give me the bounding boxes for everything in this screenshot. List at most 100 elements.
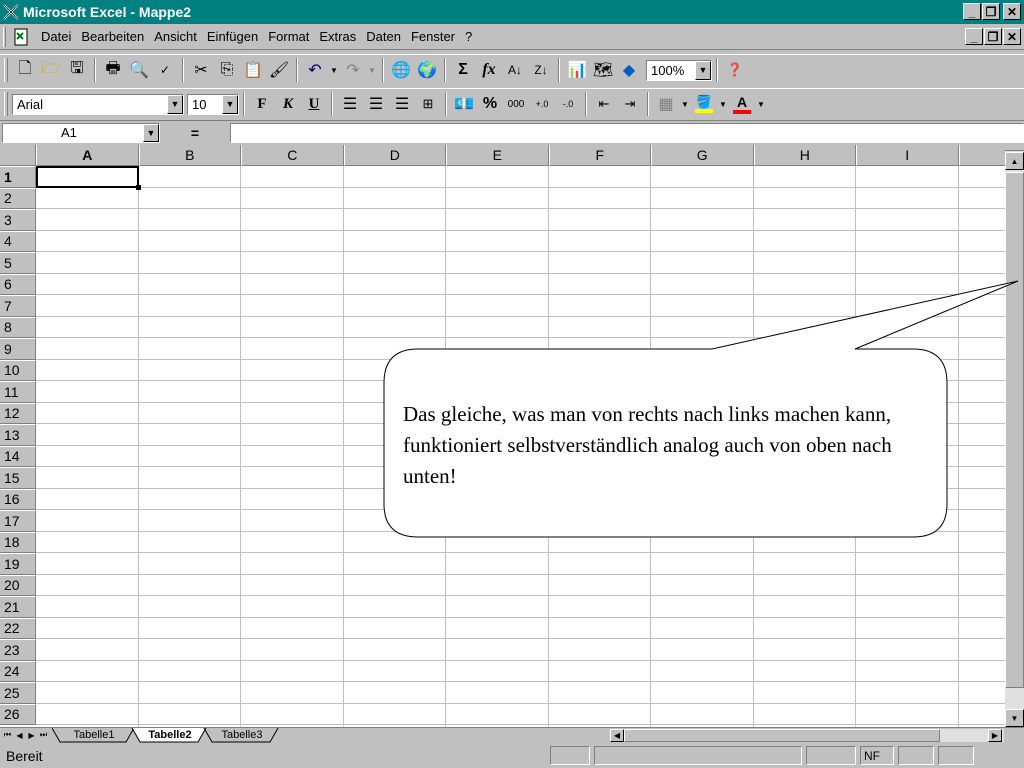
- column-header-g[interactable]: G: [651, 145, 754, 166]
- scroll-up-button[interactable]: ▲: [1005, 152, 1024, 170]
- name-box[interactable]: A1 ▼: [2, 122, 160, 143]
- undo-button[interactable]: ↶: [303, 58, 327, 82]
- increase-indent-button[interactable]: ⇥: [618, 92, 642, 116]
- scroll-left-button[interactable]: ◀: [610, 729, 624, 742]
- redo-dropdown[interactable]: ▼: [367, 58, 377, 82]
- thousands-button[interactable]: 000: [504, 92, 528, 116]
- chart-wizard-button[interactable]: 📊: [565, 58, 589, 82]
- sort-descending-button[interactable]: Z↓: [529, 58, 553, 82]
- font-size-select[interactable]: 10 ▼: [187, 93, 239, 115]
- sheet-tab-tabelle3[interactable]: Tabelle3: [212, 728, 272, 742]
- row-header-3[interactable]: 3: [0, 209, 36, 231]
- row-header-15[interactable]: 15: [0, 467, 36, 489]
- sort-ascending-button[interactable]: A↓: [503, 58, 527, 82]
- toolbar-grip[interactable]: [4, 92, 8, 116]
- column-header-f[interactable]: F: [548, 145, 651, 166]
- split-box[interactable]: [1005, 145, 1024, 151]
- sheet-tab-tabelle2[interactable]: Tabelle2: [140, 728, 200, 742]
- row-header-20[interactable]: 20: [0, 574, 36, 596]
- web-toolbar-button[interactable]: 🌍: [415, 58, 439, 82]
- row-header-6[interactable]: 6: [0, 273, 36, 295]
- last-sheet-button[interactable]: ⏭: [38, 729, 49, 741]
- underline-button[interactable]: U: [302, 92, 326, 116]
- row-header-17[interactable]: 17: [0, 510, 36, 532]
- paste-function-button[interactable]: fx: [477, 58, 501, 82]
- row-header-23[interactable]: 23: [0, 639, 36, 661]
- fill-color-button[interactable]: 🪣: [692, 92, 716, 116]
- row-header-19[interactable]: 19: [0, 553, 36, 575]
- map-button[interactable]: 🗺: [591, 58, 615, 82]
- merge-center-button[interactable]: ⊞: [416, 92, 440, 116]
- scroll-right-button[interactable]: ▶: [988, 729, 1002, 742]
- fill-color-dropdown[interactable]: ▼: [718, 92, 728, 116]
- row-header-21[interactable]: 21: [0, 596, 36, 618]
- row-header-4[interactable]: 4: [0, 230, 36, 252]
- new-button[interactable]: 🗋: [13, 58, 37, 82]
- bold-button[interactable]: F: [250, 92, 274, 116]
- row-header-26[interactable]: 26: [0, 703, 36, 725]
- font-color-dropdown[interactable]: ▼: [756, 92, 766, 116]
- borders-dropdown[interactable]: ▼: [680, 92, 690, 116]
- row-header-25[interactable]: 25: [0, 682, 36, 704]
- sheet-tab-tabelle1[interactable]: Tabelle1: [62, 728, 126, 742]
- row-header-13[interactable]: 13: [0, 424, 36, 446]
- italic-button[interactable]: K: [276, 92, 300, 116]
- row-header-18[interactable]: 18: [0, 531, 36, 553]
- menu-help[interactable]: ?: [464, 29, 473, 44]
- toolbar-grip[interactable]: [4, 58, 8, 82]
- row-header-12[interactable]: 12: [0, 402, 36, 424]
- next-sheet-button[interactable]: ▶: [26, 729, 37, 741]
- save-button[interactable]: 🖫: [65, 58, 89, 82]
- menu-einfuegen[interactable]: Einfügen: [206, 29, 259, 44]
- currency-button[interactable]: 💶: [452, 92, 476, 116]
- print-preview-button[interactable]: 🔍: [127, 58, 151, 82]
- zoom-select[interactable]: 100% ▼: [646, 59, 712, 81]
- menu-bearbeiten[interactable]: Bearbeiten: [80, 29, 145, 44]
- cut-button[interactable]: ✂: [189, 58, 213, 82]
- row-header-9[interactable]: 9: [0, 338, 36, 360]
- row-header-16[interactable]: 16: [0, 488, 36, 510]
- borders-button[interactable]: ▦: [654, 92, 678, 116]
- restore-button[interactable]: ❐: [982, 3, 1000, 20]
- edit-formula-button[interactable]: =: [162, 123, 228, 143]
- menu-fenster[interactable]: Fenster: [410, 29, 456, 44]
- vertical-scroll-thumb[interactable]: [1005, 172, 1024, 688]
- excel-app-icon[interactable]: [2, 3, 20, 21]
- row-header-8[interactable]: 8: [0, 316, 36, 338]
- align-center-button[interactable]: ☰: [364, 92, 388, 116]
- paste-button[interactable]: 📋: [241, 58, 265, 82]
- row-header-2[interactable]: 2: [0, 187, 36, 209]
- row-header-10[interactable]: 10: [0, 359, 36, 381]
- column-header-a[interactable]: A: [36, 145, 139, 166]
- office-assistant-button[interactable]: ❓: [723, 58, 747, 82]
- column-header-e[interactable]: E: [446, 145, 549, 166]
- prev-sheet-button[interactable]: ◀: [14, 729, 25, 741]
- undo-dropdown[interactable]: ▼: [329, 58, 339, 82]
- menu-extras[interactable]: Extras: [318, 29, 357, 44]
- column-header-h[interactable]: H: [753, 145, 856, 166]
- chevron-down-icon[interactable]: ▼: [222, 94, 238, 114]
- row-header-14[interactable]: 14: [0, 445, 36, 467]
- align-left-button[interactable]: ☰: [338, 92, 362, 116]
- drawing-button[interactable]: ◆: [617, 58, 641, 82]
- format-painter-button[interactable]: 🖌: [267, 58, 291, 82]
- row-header-22[interactable]: 22: [0, 617, 36, 639]
- chevron-down-icon[interactable]: ▼: [167, 94, 183, 114]
- redo-button[interactable]: ↷: [341, 58, 365, 82]
- insert-hyperlink-button[interactable]: 🌐: [389, 58, 413, 82]
- menu-datei[interactable]: Datei: [40, 29, 72, 44]
- active-cell-a1[interactable]: [36, 166, 141, 190]
- print-button[interactable]: 🖶: [101, 58, 125, 82]
- column-header-b[interactable]: B: [138, 145, 241, 166]
- first-sheet-button[interactable]: ⏮: [2, 729, 13, 741]
- row-header-1[interactable]: 1: [0, 166, 36, 188]
- doc-close-button[interactable]: ✕: [1003, 28, 1021, 45]
- column-header-c[interactable]: C: [241, 145, 344, 166]
- row-header-7[interactable]: 7: [0, 295, 36, 317]
- autosum-button[interactable]: Σ: [451, 58, 475, 82]
- close-button[interactable]: ✕: [1003, 3, 1021, 20]
- doc-restore-button[interactable]: ❐: [984, 28, 1002, 45]
- decrease-indent-button[interactable]: ⇤: [592, 92, 616, 116]
- increase-decimal-button[interactable]: +.0: [530, 92, 554, 116]
- chevron-down-icon[interactable]: ▼: [143, 123, 159, 142]
